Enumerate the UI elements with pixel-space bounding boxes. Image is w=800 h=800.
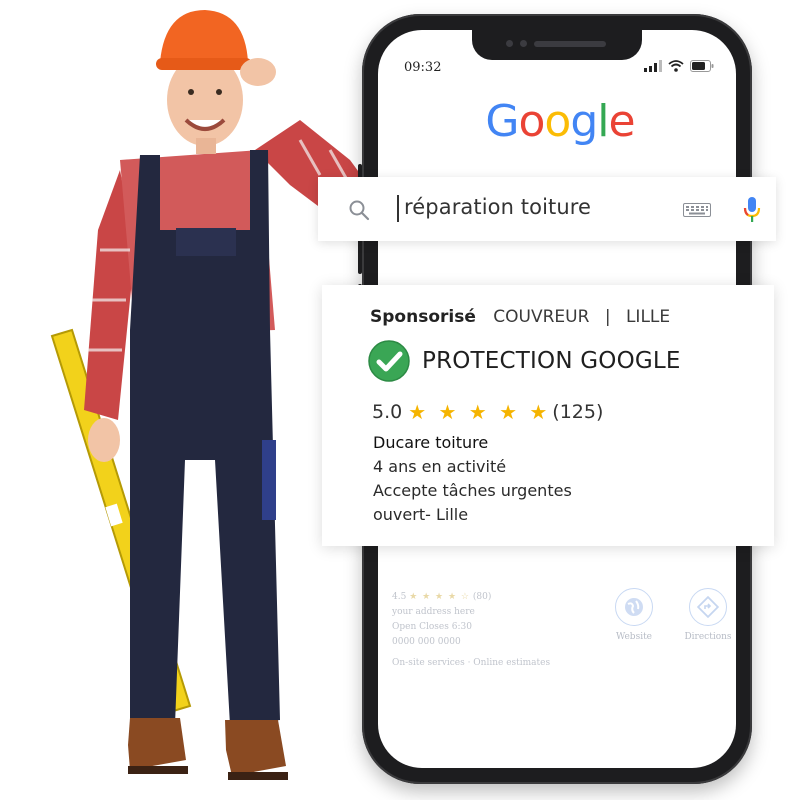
globe-icon [615,588,653,626]
rating-stars: ★ ★ ★ ★ ★ [408,400,551,424]
microphone-icon[interactable] [742,196,762,224]
business-name[interactable]: Ducare toiture [373,431,572,455]
check-badge-icon [368,340,410,382]
google-logo-letter: g [570,96,598,147]
keyboard-icon[interactable] [683,203,711,217]
search-bar[interactable]: réparation toiture [318,177,776,241]
status-icons [644,60,714,72]
google-logo-letter: e [608,96,636,147]
directions-action[interactable]: Directions [682,588,734,642]
wifi-icon [668,60,684,72]
open-status: ouvert- Lille [373,505,469,524]
category-label: COUVREUR [493,307,590,327]
camera-icon [506,40,513,47]
battery-icon [690,60,714,72]
sensor-icon [520,40,527,47]
sponsored-result-card[interactable]: Sponsorisé COUVREUR | LILLE PROTECTION G… [322,285,774,546]
rating-value: 5.0 [372,401,403,423]
website-action[interactable]: Website [608,588,660,642]
search-input[interactable]: réparation toiture [404,195,591,219]
faded-rating: 4.5 [392,592,407,602]
faded-count: (80) [472,592,492,602]
speaker-grille [534,41,606,47]
search-icon[interactable] [348,199,370,221]
protection-badge: PROTECTION GOOGLE [368,340,681,382]
google-logo-letter: l [597,96,609,147]
city-label: LILLE [625,307,671,327]
faded-rating-row: 4.5 ★ ★ ★ ★ ☆ (80) [392,590,612,605]
years-active: 4 ans en activité [373,457,507,476]
business-details: Ducare toiture 4 ans en activité Accepte… [373,431,572,527]
google-logo-letter: G [485,96,519,147]
status-time: 09:32 [404,60,442,75]
faded-phone: 0000 000 0000 [392,637,461,647]
phone-notch [472,30,642,60]
signal-icon [644,60,662,72]
review-count[interactable]: (125) [552,401,603,423]
faded-listing: 4.5 ★ ★ ★ ★ ☆ (80) your address here Ope… [392,590,612,671]
google-logo-letter: o [544,96,571,147]
protection-title: PROTECTION GOOGLE [422,348,681,374]
faded-services: On-site services · Online estimates [392,658,551,668]
header-separator: | [604,307,611,327]
faded-hours: Open Closes 6:30 [392,622,472,632]
result-header: Sponsorisé COUVREUR | LILLE [370,307,670,327]
faded-actions: Website Directions [608,588,734,642]
directions-icon [689,588,727,626]
text-caret [397,195,399,222]
faded-stars: ★ ★ ★ ★ ☆ [409,592,470,602]
directions-label: Directions [684,632,732,642]
google-logo: Google [480,96,640,147]
sponsored-label: Sponsorisé [370,307,476,327]
google-logo-letter: o [518,96,546,147]
urgent-tasks: Accepte tâches urgentes [373,481,572,500]
rating-row: 5.0 ★ ★ ★ ★ ★ (125) [372,400,603,424]
website-label: Website [615,632,653,642]
faded-address: your address here [392,607,475,617]
